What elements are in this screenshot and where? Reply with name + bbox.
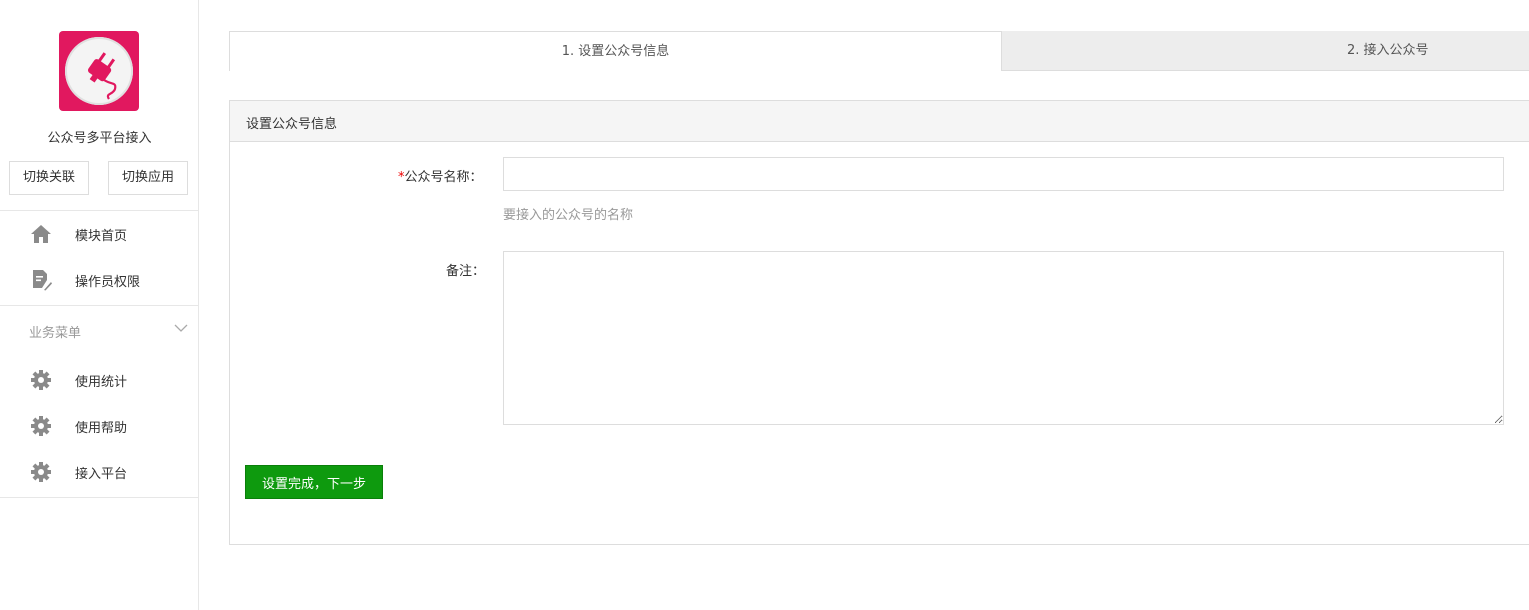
app-name: 公众号多平台接入: [47, 131, 152, 146]
panel-title: 设置公众号信息: [246, 117, 338, 132]
sidebar-item-label: 使用帮助: [75, 421, 128, 436]
tab-step-1[interactable]: 1. 设置公众号信息: [229, 31, 1002, 71]
account-name-help: 要接入的公众号的名称: [503, 208, 634, 223]
gear-icon: [31, 370, 51, 390]
step-tabs: 1. 设置公众号信息 2. 接入公众号: [229, 31, 1529, 71]
finish-next-step-button[interactable]: 设置完成，下一步: [245, 465, 383, 499]
remark-label: 备注：: [446, 264, 486, 279]
panel-header: 设置公众号信息: [230, 101, 1529, 142]
sidebar-item-module-home[interactable]: 模块首页: [0, 213, 198, 253]
remark-textarea[interactable]: [503, 251, 1504, 425]
sidebar: 公众号多平台接入 切换关联 切换应用 模块首页 操作员权限 业务菜单 使用统计 …: [0, 0, 199, 610]
account-name-input[interactable]: [503, 157, 1504, 191]
gear-icon: [31, 416, 51, 436]
switch-app-button[interactable]: 切换应用: [108, 161, 188, 195]
sidebar-item-usage-help[interactable]: 使用帮助: [0, 405, 198, 445]
app-logo: [59, 31, 139, 111]
sidebar-divider: [0, 497, 199, 498]
tab-step-2-label: 2. 接入公众号: [1347, 43, 1429, 58]
sidebar-item-label: 模块首页: [75, 229, 128, 244]
sidebar-item-usage-stats[interactable]: 使用统计: [0, 359, 198, 399]
chevron-down-icon[interactable]: [173, 320, 189, 336]
sidebar-divider: [0, 305, 199, 306]
switch-button-row: 切换关联 切换应用: [9, 161, 190, 195]
account-name-label: *公众号名称：: [398, 166, 483, 185]
sidebar-item-access-platform[interactable]: 接入平台: [0, 451, 198, 491]
switch-link-button[interactable]: 切换关联: [9, 161, 89, 195]
home-icon: [31, 225, 51, 243]
account-info-panel: 设置公众号信息 *公众号名称： 要接入的公众号的名称 备注： 设置完成，下一步: [229, 100, 1529, 545]
tab-step-2[interactable]: 2. 接入公众号: [1002, 31, 1529, 71]
sidebar-item-operator-permission[interactable]: 操作员权限: [0, 259, 198, 299]
account-name-label-text: 公众号名称：: [404, 170, 483, 185]
sidebar-item-label: 接入平台: [75, 467, 128, 482]
plug-icon: [65, 37, 133, 105]
business-menu-title: 业务菜单: [29, 326, 82, 341]
gear-icon: [31, 462, 51, 482]
edit-document-icon: [33, 270, 52, 291]
sidebar-item-label: 使用统计: [75, 375, 128, 390]
sidebar-divider: [0, 210, 199, 211]
sidebar-item-label: 操作员权限: [75, 275, 141, 290]
